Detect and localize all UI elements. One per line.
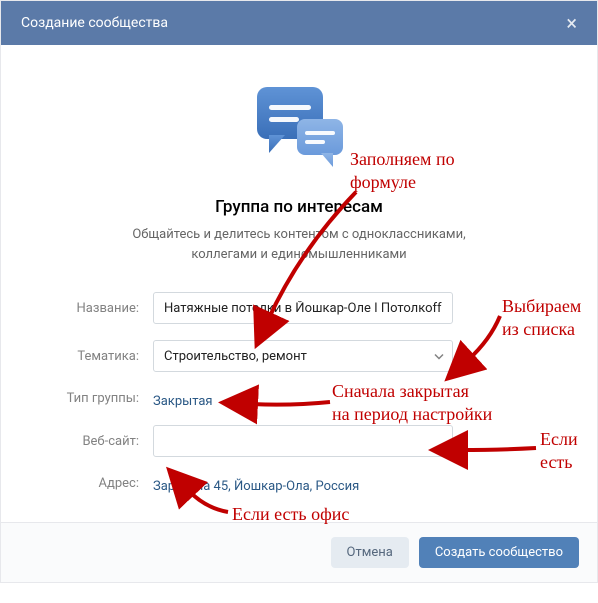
label-topic: Тематика: xyxy=(41,349,153,364)
group-heading: Группа по интересам xyxy=(41,197,557,217)
row-group-type: Тип группы: Закрытая xyxy=(41,388,557,409)
modal-header: Создание сообщества × xyxy=(1,1,597,45)
modal-title: Создание сообщества xyxy=(21,15,168,31)
topic-value: Строительство, ремонт xyxy=(164,349,307,364)
modal-footer: Отмена Создать сообщество xyxy=(1,522,597,582)
name-input[interactable] xyxy=(153,292,453,324)
cancel-button[interactable]: Отмена xyxy=(331,537,409,568)
modal-body: Группа по интересам Общайтесь и делитесь… xyxy=(1,45,597,522)
address-link[interactable]: Зарубина 45, Йошкар-Ола, Россия xyxy=(153,473,359,494)
label-group-type: Тип группы: xyxy=(41,391,153,406)
label-website: Веб-сайт: xyxy=(41,434,153,449)
row-address: Адрес: Зарубина 45, Йошкар-Ола, Россия xyxy=(41,473,557,494)
group-subheading: Общайтесь и делитесь контентом с однокла… xyxy=(41,225,557,264)
create-community-modal: Создание сообщества × xyxy=(0,0,598,583)
website-input[interactable] xyxy=(153,425,453,457)
create-button[interactable]: Создать сообщество xyxy=(419,537,579,568)
topic-select[interactable]: Строительство, ремонт xyxy=(153,340,453,372)
row-topic: Тематика: Строительство, ремонт xyxy=(41,340,557,372)
label-address: Адрес: xyxy=(41,476,153,491)
label-name: Название: xyxy=(41,301,153,316)
group-type-link[interactable]: Закрытая xyxy=(153,388,213,409)
row-name: Название: xyxy=(41,292,557,324)
close-icon[interactable]: × xyxy=(566,16,577,30)
row-website: Веб-сайт: xyxy=(41,425,557,457)
community-icon xyxy=(41,79,557,179)
chevron-down-icon xyxy=(434,349,444,364)
